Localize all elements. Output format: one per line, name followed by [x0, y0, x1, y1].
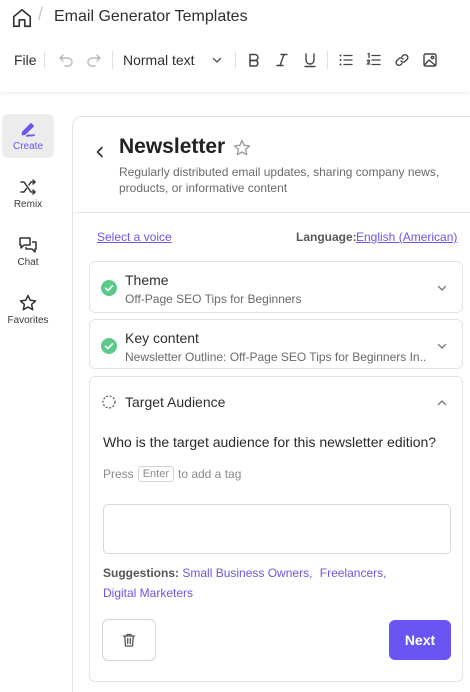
bullet-list-button[interactable]	[337, 46, 355, 74]
insert-link-button[interactable]	[393, 46, 411, 74]
toolbar-divider	[112, 51, 113, 69]
numbered-list-button[interactable]	[365, 46, 383, 74]
tag-hint: Press Enter to add a tag	[103, 466, 241, 482]
step-card-target-audience: Target Audience Who is the target audien…	[89, 376, 463, 682]
link-icon	[395, 53, 409, 67]
toolbar-divider	[235, 51, 236, 69]
redo-button[interactable]	[84, 46, 104, 74]
chevron-up-icon[interactable]	[436, 397, 448, 409]
breadcrumb-separator: /	[38, 4, 44, 24]
suggestion-chip[interactable]: Small Business Owners,	[182, 566, 312, 580]
app-header: / Email Generator Templates File Normal …	[0, 0, 470, 92]
document-title[interactable]: Email Generator Templates	[54, 8, 248, 26]
italic-button[interactable]	[273, 46, 291, 74]
bullet-list-icon	[339, 54, 353, 66]
step-value: Off-Page SEO Tips for Beginners	[125, 292, 302, 306]
text-style-dropdown[interactable]	[210, 46, 224, 74]
sidebar-item-favorites[interactable]: Favorites	[2, 288, 54, 332]
suggestion-chip[interactable]: Digital Marketers	[103, 586, 193, 600]
enter-key-hint: Enter	[137, 466, 174, 482]
back-chevron-icon[interactable]	[93, 145, 107, 159]
sidebar-item-chat[interactable]: Chat	[2, 230, 54, 274]
suggestion-chip[interactable]: Freelancers,	[320, 566, 387, 580]
hint-text: Press	[103, 467, 134, 481]
sidebar-item-label: Chat	[17, 257, 39, 268]
chevron-down-icon[interactable]	[436, 340, 448, 352]
language-select-link[interactable]: English (American)	[356, 230, 457, 244]
divider	[73, 212, 470, 213]
favorite-star-icon[interactable]	[233, 139, 251, 157]
audience-question: Who is the target audience for this news…	[103, 434, 437, 450]
toolbar-divider	[44, 51, 45, 69]
step-card-theme[interactable]: Theme Off-Page SEO Tips for Beginners	[89, 261, 463, 313]
step-title: Theme	[125, 272, 169, 288]
hint-text: to add a tag	[177, 467, 242, 481]
sidebar-item-label: Create	[12, 141, 43, 152]
bold-icon	[249, 53, 259, 67]
underline-button[interactable]	[301, 46, 319, 74]
home-icon[interactable]	[11, 7, 33, 29]
sidebar-item-label: Favorites	[7, 315, 49, 326]
tools-sidebar: Create Remix Chat Favorites	[0, 92, 58, 692]
suggestions: Suggestions: Small Business Owners, Free…	[103, 563, 403, 603]
next-button[interactable]: Next	[389, 620, 451, 660]
numbered-list-icon	[366, 52, 381, 66]
template-title: Newsletter	[119, 135, 226, 158]
file-menu[interactable]: File	[14, 46, 37, 74]
image-icon	[423, 53, 437, 67]
chat-bubbles-icon	[19, 237, 37, 253]
italic-icon	[276, 53, 288, 67]
delete-button[interactable]	[102, 619, 156, 661]
insert-image-button[interactable]	[421, 46, 439, 74]
editor-toolbar: File Normal text	[0, 46, 470, 74]
suggestions-label: Suggestions:	[103, 566, 180, 580]
template-description: Regularly distributed email updates, sha…	[119, 165, 440, 195]
text-style-select[interactable]: Normal text	[123, 46, 195, 74]
underline-icon	[304, 53, 316, 68]
star-icon	[19, 294, 37, 311]
shuffle-icon	[20, 179, 36, 195]
chevron-down-icon[interactable]	[436, 282, 448, 294]
redo-icon	[87, 54, 101, 67]
undo-icon	[59, 54, 73, 67]
template-panel: Newsletter Regularly distributed email u…	[72, 116, 470, 692]
check-circle-icon	[101, 338, 117, 354]
bold-button[interactable]	[245, 46, 263, 74]
step-value: Newsletter Outline: Off-Page SEO Tips fo…	[125, 350, 427, 364]
step-title[interactable]: Target Audience	[125, 394, 225, 410]
sidebar-item-remix[interactable]: Remix	[2, 172, 54, 216]
audience-tag-input[interactable]	[103, 504, 451, 554]
create-pen-icon	[21, 123, 35, 137]
language-label: Language:	[296, 230, 357, 244]
check-circle-icon	[101, 280, 117, 296]
chevron-down-icon	[212, 57, 222, 63]
step-card-key-content[interactable]: Key content Newsletter Outline: Off-Page…	[89, 319, 463, 369]
pending-circle-icon	[102, 395, 116, 409]
sidebar-item-create[interactable]: Create	[2, 114, 54, 158]
toolbar-divider	[327, 51, 328, 69]
trash-icon	[122, 633, 136, 647]
sidebar-item-label: Remix	[13, 199, 43, 210]
undo-button[interactable]	[56, 46, 76, 74]
select-voice-link[interactable]: Select a voice	[97, 230, 172, 244]
step-title: Key content	[125, 330, 199, 346]
